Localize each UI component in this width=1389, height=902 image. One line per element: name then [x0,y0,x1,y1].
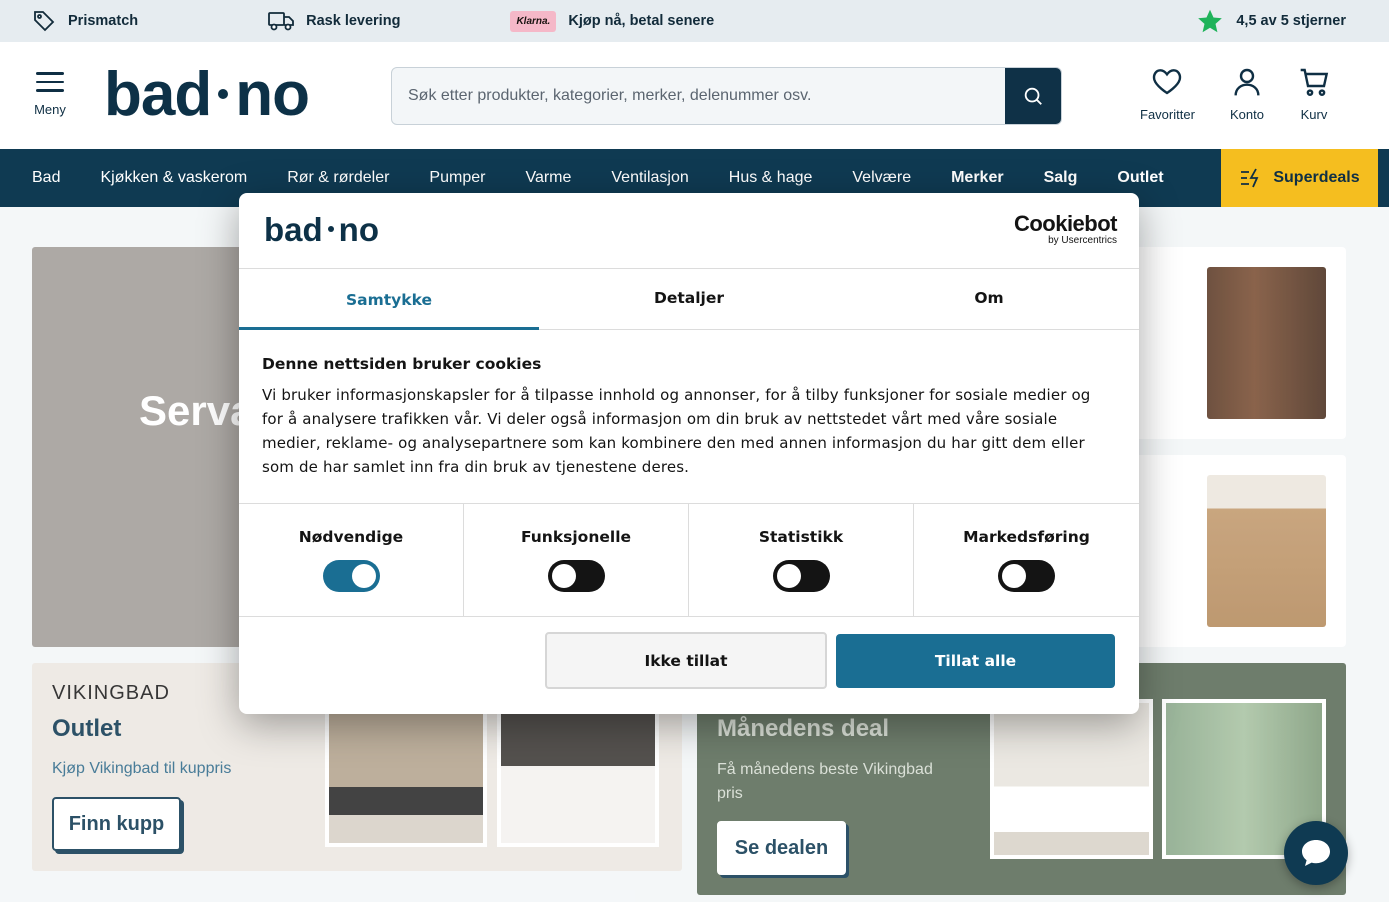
nav-item-ventilasjon[interactable]: Ventilasjon [611,169,688,187]
truck-icon [268,12,295,31]
dialog-body-text: Vi bruker informasjonskapsler for å tilp… [262,386,1091,476]
usp-label: Kjøp nå, betal senere [568,13,715,29]
menu-label: Meny [34,101,66,117]
allow-all-button[interactable]: Tillat alle [836,634,1115,688]
toggle-switch-statistics[interactable] [772,560,830,592]
toggle-label: Statistikk [758,528,844,546]
site-header: Meny badno Favoritter Konto Kurv [0,42,1389,149]
toggle-group-necessary: Nødvendige [239,504,464,616]
usp-label: Rask levering [306,13,401,29]
search-icon [1024,87,1042,105]
toggle-group-functional: Funksjonelle [464,504,689,616]
tag-icon [34,11,55,32]
search-button[interactable] [1005,68,1061,124]
account-button[interactable]: Konto [1230,66,1264,122]
site-logo[interactable]: bad no [104,64,310,126]
usp-delivery: Rask levering [268,10,400,32]
nav-item-salg[interactable]: Salg [1044,169,1078,187]
star-icon [1198,9,1223,32]
nav-item-varme[interactable]: Varme [525,169,571,187]
toggle-label: Nødvendige [298,528,404,546]
account-label: Konto [1230,107,1264,122]
cookiebot-name: Cookiebot [1013,211,1118,236]
dialog-logo-right: no [338,211,379,248]
klarna-logo: Klarna. [510,10,557,32]
cart-label: Kurv [1300,107,1328,122]
search-input[interactable] [392,68,1004,124]
search-bar [391,67,1062,125]
cookiebot-sub: by Usercentrics [1048,235,1117,246]
consent-toggles: Nødvendige Funksjonelle Statistikk Marke… [239,503,1139,617]
menu-button[interactable]: Meny [32,72,68,117]
chat-button[interactable] [1284,821,1348,885]
favorites-button[interactable]: Favoritter [1140,66,1195,122]
chat-bubble-icon [1302,840,1330,866]
tab-detaljer[interactable]: Detaljer [539,269,839,329]
lightning-list-icon [1241,168,1259,188]
logo-text-left: bad [104,60,212,129]
dialog-tabs: Samtykke Detaljer Om [239,268,1139,330]
superdeals-button[interactable]: Superdeals [1221,149,1378,207]
usp-klarna: Klarna. Kjøp nå, betal senere [510,10,715,32]
nav-item-outlet[interactable]: Outlet [1117,169,1163,187]
usp-rating[interactable]: 4,5 av 5 stjerner [1196,8,1346,35]
toggle-group-statistics: Statistikk [689,504,914,616]
usp-label: 4,5 av 5 stjerner [1236,13,1346,29]
cookie-consent-dialog: bad no Cookiebot by Usercentrics Samtykke… [239,193,1139,714]
cart-icon [1300,68,1329,96]
logo-text-right: no [235,60,310,129]
nav-item-kjokken[interactable]: Kjøkken & vaskerom [100,169,247,187]
cookiebot-logo[interactable]: Cookiebot by Usercentrics [1013,211,1118,247]
cart-button[interactable]: Kurv [1298,66,1330,122]
user-icon [1234,68,1260,96]
superdeals-label: Superdeals [1273,169,1360,186]
tab-samtykke[interactable]: Samtykke [239,269,539,330]
nav-item-pumper[interactable]: Pumper [429,169,485,187]
dialog-logo: bad no [264,211,379,249]
toggle-group-marketing: Markedsføring [914,504,1139,616]
toggle-switch-marketing[interactable] [998,560,1055,592]
nav-item-velvaere[interactable]: Velvære [852,169,911,187]
nav-item-bad[interactable]: Bad [32,169,60,187]
heart-icon [1153,69,1182,95]
tab-om[interactable]: Om [839,269,1139,329]
deny-button[interactable]: Ikke tillat [545,632,827,689]
usp-price-match: Prismatch [32,9,138,33]
usp-bar: Prismatch Rask levering Klarna. Kjøp nå,… [0,0,1389,42]
nav-item-ror[interactable]: Rør & rørdeler [287,169,389,187]
nav-item-merker[interactable]: Merker [951,169,1003,187]
usp-label: Prismatch [68,13,139,29]
toggle-label: Funksjonelle [520,528,632,546]
favorites-label: Favoritter [1140,107,1195,122]
toggle-switch-necessary[interactable] [322,560,380,592]
toggle-label: Markedsføring [963,528,1090,546]
hamburger-icon [36,72,64,92]
nav-item-hus-hage[interactable]: Hus & hage [729,169,813,187]
dialog-heading: Denne nettsiden bruker cookies [262,355,542,373]
dialog-logo-left: bad [264,211,323,248]
toggle-switch-functional[interactable] [547,560,605,592]
